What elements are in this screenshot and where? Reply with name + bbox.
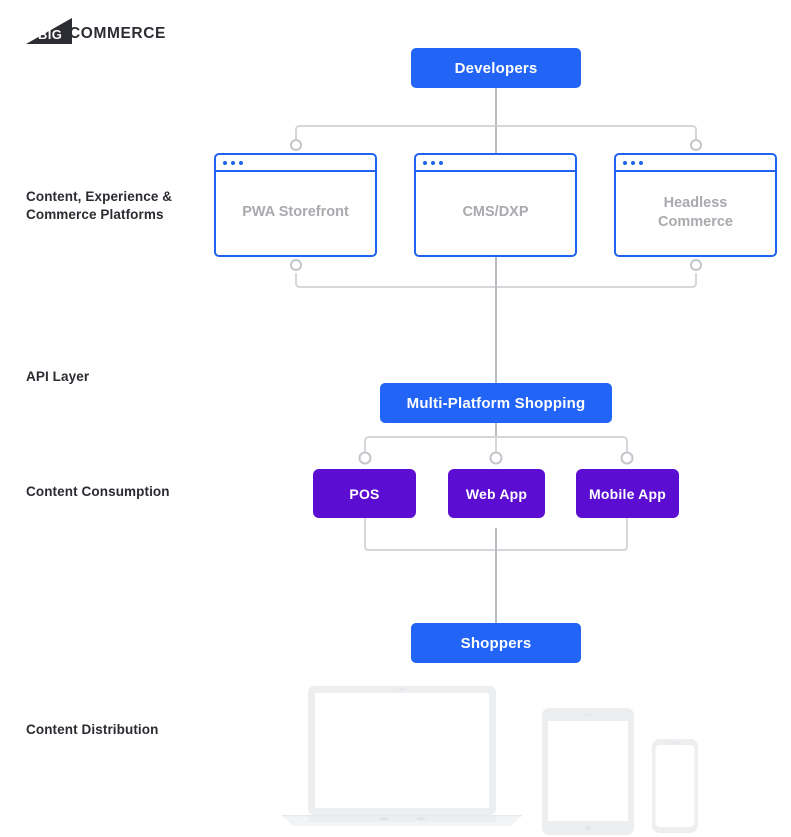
card-body: PWA Storefront <box>216 172 375 253</box>
node-developers[interactable]: Developers <box>411 48 581 88</box>
card-body: CMS/DXP <box>416 172 575 253</box>
window-dot-icon <box>231 160 235 165</box>
window-dot-icon <box>239 160 243 165</box>
card-body: Headless Commerce <box>616 172 775 253</box>
consumption-box-pos[interactable]: POS <box>313 469 416 518</box>
platform-card-label: PWA Storefront <box>242 204 349 220</box>
node-shoppers[interactable]: Shoppers <box>411 623 581 663</box>
platform-card-headless-commerce[interactable]: Headless Commerce <box>614 153 777 257</box>
node-multi-platform-shopping[interactable]: Multi-Platform Shopping <box>380 383 612 423</box>
row-label-api-layer: API Layer <box>26 369 90 384</box>
window-dot-icon <box>423 160 427 165</box>
phone-device <box>652 739 698 833</box>
bigcommerce-logo: BIG COMMERCE <box>26 18 166 44</box>
browser-titlebar <box>616 155 775 172</box>
platform-card-pwa-storefront[interactable]: PWA Storefront <box>214 153 377 257</box>
row-label-content-consumption: Content Consumption <box>26 484 170 499</box>
device-illustrations <box>282 686 698 835</box>
laptop-device <box>282 686 522 826</box>
row-label-platforms: Content, Experience & Commerce Platforms <box>26 189 173 222</box>
row-label-content-distribution: Content Distribution <box>26 722 159 737</box>
window-dot-icon <box>623 160 627 165</box>
window-dot-icon <box>631 160 635 165</box>
browser-titlebar <box>216 155 375 172</box>
logo-wordmark: COMMERCE <box>69 24 166 42</box>
platform-card-label: Headless Commerce <box>658 194 733 230</box>
consumption-box-mobile-app[interactable]: Mobile App <box>576 469 679 518</box>
platform-card-label: CMS/DXP <box>462 204 529 220</box>
logo-triangle-icon: BIG <box>26 18 72 44</box>
platform-card-cms-dxp[interactable]: CMS/DXP <box>414 153 577 257</box>
window-dot-icon <box>439 160 443 165</box>
window-dot-icon <box>223 160 227 165</box>
logo-mark-text: BIG <box>38 27 63 42</box>
consumption-box-web-app[interactable]: Web App <box>448 469 545 518</box>
window-dot-icon <box>431 160 435 165</box>
tablet-device <box>542 708 634 835</box>
window-dot-icon <box>639 160 643 165</box>
browser-titlebar <box>416 155 575 172</box>
